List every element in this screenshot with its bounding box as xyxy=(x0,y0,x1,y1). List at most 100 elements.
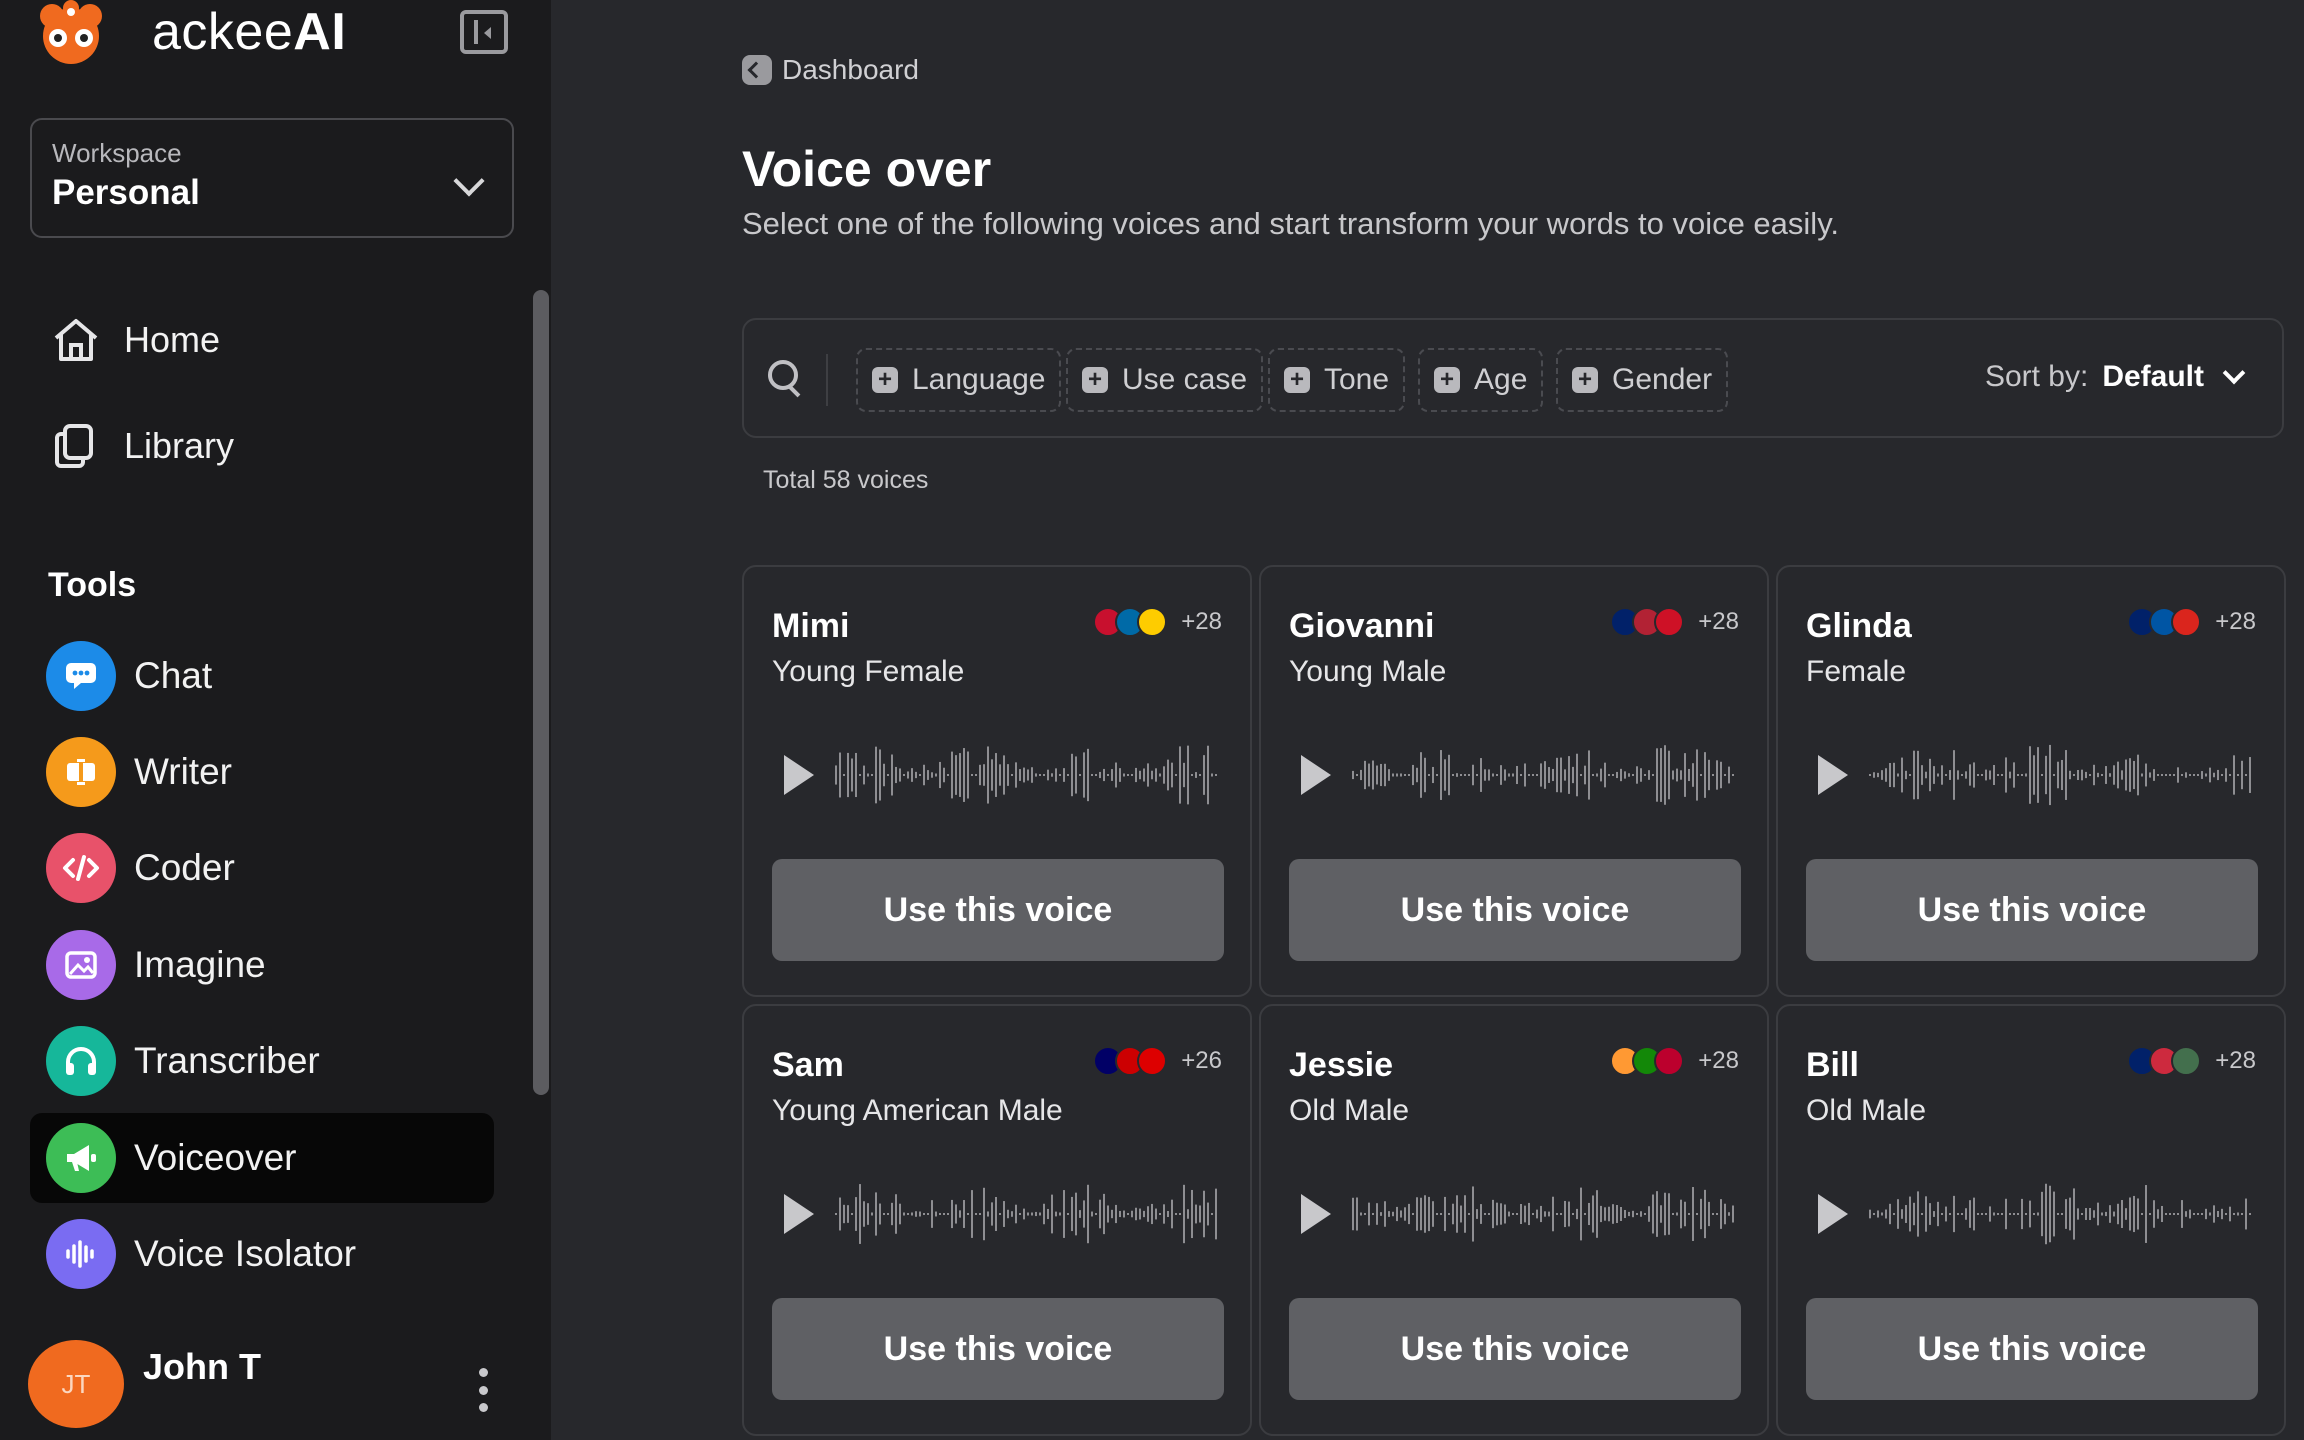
voice-card[interactable]: Sam Young American Male +26 Use this voice xyxy=(742,1004,1252,1436)
brand-logo[interactable]: ackeeAI xyxy=(30,0,346,64)
writer-icon xyxy=(46,737,116,807)
total-voices-count: Total 58 voices xyxy=(763,466,929,494)
flag-icon xyxy=(2171,1046,2202,1076)
language-flags[interactable]: +28 xyxy=(2127,607,2256,637)
play-icon[interactable] xyxy=(1818,755,1848,795)
tool-transcriber[interactable]: Transcriber xyxy=(30,1016,494,1106)
use-this-voice-button[interactable]: Use this voice xyxy=(772,1298,1224,1400)
tool-coder[interactable]: Coder xyxy=(30,823,494,913)
play-icon[interactable] xyxy=(1301,1194,1331,1234)
flag-icon xyxy=(1654,607,1685,637)
tool-label: Imagine xyxy=(134,944,266,985)
voice-card[interactable]: Mimi Young Female +28 Use this voice xyxy=(742,565,1252,997)
voice-name: Sam xyxy=(772,1046,844,1084)
use-this-voice-button[interactable]: Use this voice xyxy=(1806,1298,2258,1400)
language-count: +28 xyxy=(2215,608,2256,635)
filter-chip-age[interactable]: + Age xyxy=(1418,348,1544,412)
avatar[interactable]: JT xyxy=(28,1340,124,1428)
waveform[interactable] xyxy=(1868,1178,2258,1250)
tool-label: Chat xyxy=(134,655,213,696)
tool-voiceover[interactable]: Voiceover xyxy=(30,1113,494,1203)
imagine-icon xyxy=(46,930,116,1000)
waveform[interactable] xyxy=(1351,1178,1741,1250)
waveform[interactable] xyxy=(834,1178,1224,1250)
flag-icon xyxy=(1137,1046,1168,1076)
tool-writer[interactable]: Writer xyxy=(30,727,494,817)
flag-icon xyxy=(1654,1046,1685,1076)
chip-label: Language xyxy=(912,363,1046,396)
voice-name: Jessie xyxy=(1289,1046,1393,1084)
megaphone-icon xyxy=(46,1123,116,1193)
waveform[interactable] xyxy=(1351,739,1741,811)
play-icon[interactable] xyxy=(1301,755,1331,795)
use-this-voice-button[interactable]: Use this voice xyxy=(1289,1298,1741,1400)
voice-card[interactable]: Jessie Old Male +28 Use this voice xyxy=(1259,1004,1769,1436)
search-icon[interactable] xyxy=(768,360,804,400)
workspace-value: Personal xyxy=(52,173,200,212)
language-flags[interactable]: +26 xyxy=(1093,1046,1222,1076)
language-count: +26 xyxy=(1181,1047,1222,1074)
filter-bar: + Language + Use case + Tone + Age + Gender S… xyxy=(742,318,2284,438)
voice-name: Mimi xyxy=(772,607,850,645)
nav-label-library: Library xyxy=(124,425,235,466)
plus-icon: + xyxy=(1284,367,1310,393)
soundwave-icon xyxy=(46,1219,116,1289)
play-icon[interactable] xyxy=(784,1194,814,1234)
user-profile[interactable]: JT John T xyxy=(28,1340,528,1430)
ackee-logo-icon xyxy=(40,0,102,64)
back-arrow-icon xyxy=(742,55,772,85)
plus-icon: + xyxy=(872,367,898,393)
chat-icon xyxy=(46,641,116,711)
voice-card[interactable]: Glinda Female +28 Use this voice xyxy=(1776,565,2286,997)
voice-card[interactable]: Bill Old Male +28 Use this voice xyxy=(1776,1004,2286,1436)
filter-chip-use-case[interactable]: + Use case xyxy=(1066,348,1264,412)
play-icon[interactable] xyxy=(1818,1194,1848,1234)
tool-label: Coder xyxy=(134,847,235,888)
workspace-selector[interactable]: Workspace Personal xyxy=(30,118,514,238)
headphones-icon xyxy=(46,1026,116,1096)
user-name: John T xyxy=(143,1346,261,1387)
sidebar-scrollbar[interactable] xyxy=(533,290,549,1095)
chip-label: Gender xyxy=(1612,363,1713,396)
voice-description: Old Male xyxy=(1806,1094,1927,1127)
language-count: +28 xyxy=(1698,1047,1739,1074)
voice-name: Giovanni xyxy=(1289,607,1435,645)
use-this-voice-button[interactable]: Use this voice xyxy=(1289,859,1741,961)
language-flags[interactable]: +28 xyxy=(1093,607,1222,637)
voice-name: Bill xyxy=(1806,1046,1859,1084)
plus-icon: + xyxy=(1434,367,1460,393)
chip-label: Tone xyxy=(1324,363,1390,396)
tool-chat[interactable]: Chat xyxy=(30,631,494,721)
breadcrumb[interactable]: Dashboard xyxy=(742,54,919,86)
voice-name: Glinda xyxy=(1806,607,1912,645)
nav-item-library[interactable]: Library xyxy=(50,416,234,476)
collapse-sidebar-icon[interactable] xyxy=(460,10,508,54)
more-options-icon[interactable] xyxy=(478,1368,488,1412)
sort-dropdown[interactable]: Sort by: Default xyxy=(1985,360,2246,394)
page-subtitle: Select one of the following voices and s… xyxy=(742,206,1840,241)
language-flags[interactable]: +28 xyxy=(1610,607,1739,637)
use-this-voice-button[interactable]: Use this voice xyxy=(772,859,1224,961)
language-flags[interactable]: +28 xyxy=(2127,1046,2256,1076)
waveform[interactable] xyxy=(1868,739,2258,811)
voice-card[interactable]: Giovanni Young Male +28 Use this voice xyxy=(1259,565,1769,997)
play-icon[interactable] xyxy=(784,755,814,795)
nav-label-home: Home xyxy=(124,319,221,360)
filter-chip-language[interactable]: + Language xyxy=(856,348,1062,412)
tools-heading: Tools xyxy=(48,566,137,604)
voice-description: Female xyxy=(1806,655,1907,688)
use-this-voice-button[interactable]: Use this voice xyxy=(1806,859,2258,961)
tool-imagine[interactable]: Imagine xyxy=(30,920,494,1010)
voice-description: Old Male xyxy=(1289,1094,1410,1127)
waveform[interactable] xyxy=(834,739,1224,811)
tool-label: Voiceover xyxy=(134,1137,297,1178)
page-title: Voice over xyxy=(742,141,992,197)
voice-description: Young Male xyxy=(1289,655,1447,688)
library-icon xyxy=(55,424,93,468)
filter-chip-gender[interactable]: + Gender xyxy=(1556,348,1729,412)
language-flags[interactable]: +28 xyxy=(1610,1046,1739,1076)
tool-voice-isolator[interactable]: Voice Isolator xyxy=(30,1209,494,1299)
filter-chip-tone[interactable]: + Tone xyxy=(1268,348,1406,412)
nav-item-home[interactable]: Home xyxy=(50,310,220,370)
tool-label: Writer xyxy=(134,751,232,792)
